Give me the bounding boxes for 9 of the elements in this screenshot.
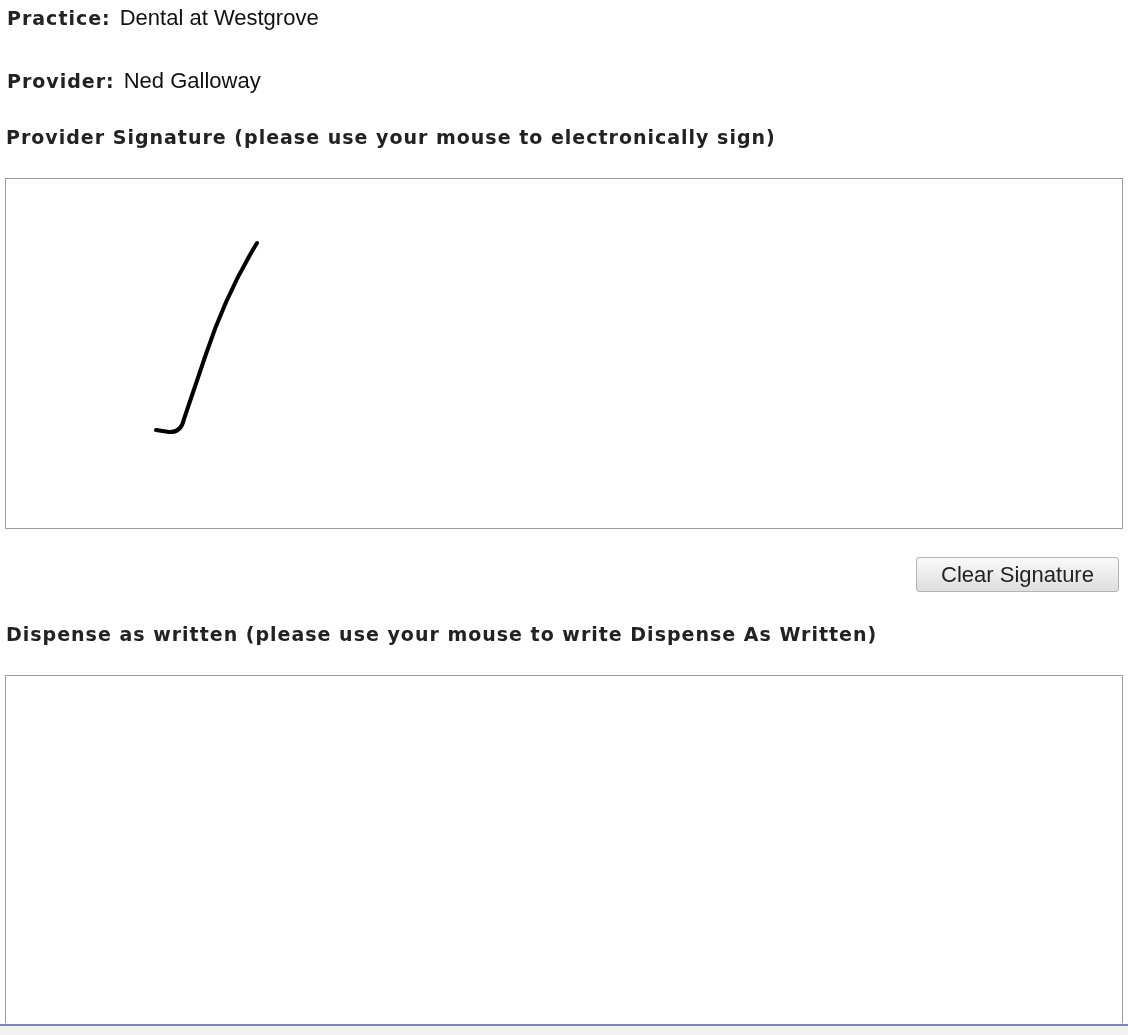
section-heading: Dispense as written (please use your mouse to write Dispense As Written) [5, 622, 878, 646]
signature-pad[interactable] [5, 178, 1123, 529]
field-value: Ned Galloway [123, 69, 261, 93]
field-label: Provider: [7, 69, 115, 93]
field-label: Practice: [7, 6, 111, 30]
field-value: Dental at Westgrove [119, 6, 319, 30]
clear-signature-button[interactable]: Clear Signature [916, 557, 1119, 592]
writing-pad[interactable] [5, 675, 1123, 1023]
section-heading: Provider Signature (please use your mouse to electronically sign) [5, 125, 776, 149]
